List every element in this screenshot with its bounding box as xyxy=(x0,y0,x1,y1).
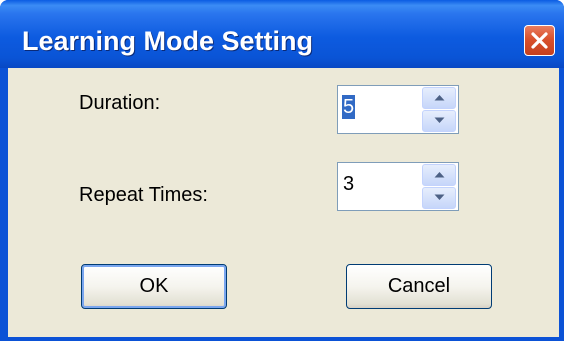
arrow-up-icon xyxy=(434,172,445,178)
repeat-times-increment-button[interactable] xyxy=(422,164,456,186)
repeat-times-value[interactable]: 3 xyxy=(342,172,355,196)
title-bar[interactable]: Learning Mode Setting xyxy=(0,0,564,68)
duration-increment-button[interactable] xyxy=(422,87,456,109)
repeat-times-label: Repeat Times: xyxy=(79,184,208,206)
duration-decrement-button[interactable] xyxy=(422,110,456,132)
duration-label: Duration: xyxy=(79,92,161,114)
arrow-down-icon xyxy=(434,117,445,123)
repeat-times-decrement-button[interactable] xyxy=(422,187,456,209)
duration-value[interactable]: 5 xyxy=(342,95,356,119)
arrow-up-icon xyxy=(434,95,445,101)
close-button[interactable] xyxy=(524,25,555,56)
close-icon xyxy=(531,32,548,49)
ok-button[interactable]: OK xyxy=(81,264,227,309)
arrow-down-icon xyxy=(434,194,445,200)
window-title: Learning Mode Setting xyxy=(22,26,314,56)
cancel-button[interactable]: Cancel xyxy=(346,264,492,309)
dialog-body: Duration: 5 Repeat Times: 3 OK Cancel xyxy=(8,68,559,337)
duration-spinner[interactable]: 5 xyxy=(337,85,459,134)
repeat-times-spinner[interactable]: 3 xyxy=(337,162,459,211)
dialog-window: Learning Mode Setting Duration: 5 Repeat… xyxy=(0,0,564,341)
